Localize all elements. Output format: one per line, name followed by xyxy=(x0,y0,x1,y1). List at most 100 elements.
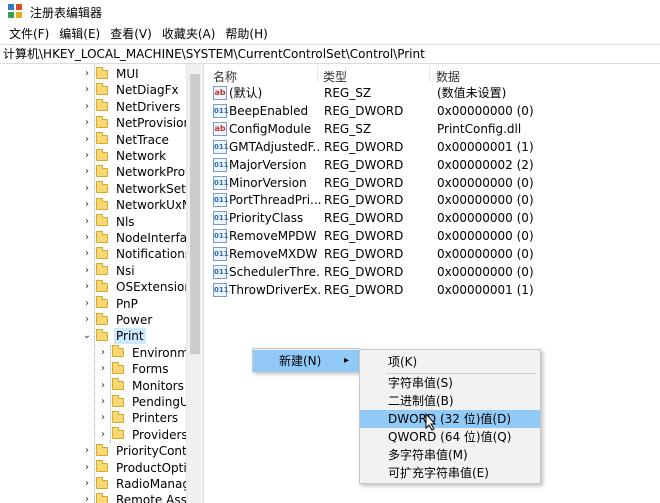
value-row[interactable]: 011 GMTAdjustedF... REG_DWORD 0x00000001 (1… xyxy=(209,138,660,156)
value-row[interactable]: 011 MajorVersion REG_DWORD 0x00000002 (2) xyxy=(209,156,660,174)
address-bar[interactable]: 计算机\HKEY_LOCAL_MACHINE\SYSTEM\CurrentCon… xyxy=(0,44,660,64)
tree-item[interactable]: › NodeInterfac xyxy=(82,230,186,246)
tree-item[interactable]: › ProductOptic xyxy=(82,460,186,476)
value-name: ConfigModule xyxy=(229,121,312,136)
column-divider[interactable] xyxy=(429,66,430,82)
chevron-right-icon[interactable]: › xyxy=(82,132,92,148)
tree-item-label: Printers xyxy=(132,411,179,426)
chevron-right-icon[interactable]: › xyxy=(98,394,108,410)
menu-item-new-label: 新建(N) xyxy=(279,354,322,368)
tree-item[interactable]: › Notifications xyxy=(82,246,186,262)
chevron-right-icon[interactable]: › xyxy=(82,99,92,115)
tree-item[interactable]: › Environme xyxy=(98,345,186,361)
folder-icon xyxy=(96,296,108,309)
value-data: 0x00000000 (0) xyxy=(437,229,534,244)
chevron-right-icon[interactable]: › xyxy=(82,214,92,230)
tree-item[interactable]: ⌄ Print xyxy=(82,328,146,345)
value-row[interactable]: 011 RemoveMPDW REG_DWORD 0x00000000 (0) xyxy=(209,227,660,245)
tree-item[interactable]: › Providers xyxy=(98,427,186,443)
chevron-right-icon[interactable]: › xyxy=(82,263,92,279)
chevron-right-icon[interactable]: › xyxy=(82,460,92,476)
tree-item-label: ProductOptic xyxy=(116,460,186,475)
chevron-right-icon[interactable]: › xyxy=(98,345,108,361)
chevron-right-icon[interactable]: › xyxy=(82,476,92,492)
tree-item[interactable]: › PendingUp xyxy=(98,394,186,410)
folder-icon xyxy=(96,492,108,503)
tree-item[interactable]: › Forms xyxy=(98,361,170,377)
menu-help[interactable]: 帮助(H) xyxy=(220,24,272,44)
value-name: ThrowDriverEx... xyxy=(229,282,321,297)
value-row[interactable]: 011 ThrowDriverEx... REG_DWORD 0x00000001 (… xyxy=(209,281,660,299)
tree-item[interactable]: › MUI xyxy=(82,66,141,82)
chevron-right-icon[interactable]: › xyxy=(82,279,92,295)
value-row[interactable]: 011 RemoveMXDW REG_DWORD 0x00000000 (0) xyxy=(209,245,660,263)
chevron-right-icon[interactable]: › xyxy=(98,378,108,394)
value-type: REG_DWORD xyxy=(324,247,404,262)
tree-scrollbar-thumb[interactable] xyxy=(190,74,200,354)
submenu-item[interactable]: 二进制值(B) xyxy=(360,392,540,410)
chevron-right-icon[interactable]: › xyxy=(98,361,108,377)
value-row[interactable]: ab (默认) REG_SZ (数值未设置) xyxy=(209,84,660,102)
chevron-right-icon[interactable]: › xyxy=(82,164,92,180)
value-row[interactable]: 011 MinorVersion REG_DWORD 0x00000000 (0) xyxy=(209,174,660,192)
chevron-right-icon[interactable]: › xyxy=(82,230,92,246)
tree-item[interactable]: › Power xyxy=(82,312,154,328)
tree-item-label: Notifications xyxy=(116,247,186,262)
tree-item[interactable]: › NetProvision xyxy=(82,115,186,131)
submenu-item[interactable]: 字符串值(S) xyxy=(360,374,540,392)
chevron-right-icon[interactable]: › xyxy=(82,66,92,82)
chevron-right-icon[interactable]: › xyxy=(82,492,92,503)
chevron-right-icon[interactable]: › xyxy=(82,148,92,164)
chevron-right-icon[interactable]: › xyxy=(82,82,92,98)
tree-item[interactable]: › NetDiagFx xyxy=(82,82,181,98)
value-row[interactable]: ab ConfigModule REG_SZ PrintConfig.dll xyxy=(209,120,660,138)
tree-guide-line xyxy=(94,64,95,503)
chevron-right-icon[interactable]: › xyxy=(98,410,108,426)
tree-item[interactable]: › Remote Assis xyxy=(82,492,186,503)
menu-favorites[interactable]: 收藏夹(A) xyxy=(157,24,221,44)
value-row[interactable]: 011 PriorityClass REG_DWORD 0x00000000 (0) xyxy=(209,209,660,227)
tree-item[interactable]: › NetDrivers xyxy=(82,99,182,115)
value-row[interactable]: 011 SchedulerThre... REG_DWORD 0x00000000 (… xyxy=(209,263,660,281)
chevron-right-icon[interactable]: › xyxy=(82,115,92,131)
tree-item[interactable]: › PnP xyxy=(82,296,140,312)
value-row[interactable]: 011 BeepEnabled REG_DWORD 0x00000000 (0) xyxy=(209,102,660,120)
tree-item[interactable]: › RadioManage xyxy=(82,476,186,492)
chevron-right-icon[interactable]: › xyxy=(82,246,92,262)
chevron-right-icon[interactable]: › xyxy=(82,312,92,328)
menu-edit[interactable]: 编辑(E) xyxy=(54,24,105,44)
submenu-item[interactable]: QWORD (64 位)值(Q) xyxy=(360,428,540,446)
tree-item[interactable]: › NetworkSetu xyxy=(82,181,186,197)
value-row[interactable]: 011 PortThreadPri... REG_DWORD 0x00000000 (… xyxy=(209,191,660,209)
tree-item[interactable]: › NetworkProv xyxy=(82,164,186,180)
value-type: REG_SZ xyxy=(324,86,372,100)
tree-item[interactable]: › PriorityControl xyxy=(82,443,186,459)
submenu-item[interactable]: 可扩充字符串值(E) xyxy=(360,464,540,482)
key-tree[interactable]: › MUI › NetDiagFx › NetDrivers › NetProvision › N… xyxy=(0,64,186,503)
submenu-item[interactable]: DWORD (32 位)值(D) xyxy=(360,410,540,428)
chevron-right-icon[interactable]: › xyxy=(82,197,92,213)
chevron-right-icon[interactable]: › xyxy=(98,427,108,443)
menu-file[interactable]: 文件(F) xyxy=(4,24,54,44)
chevron-right-icon[interactable]: › xyxy=(82,181,92,197)
column-divider[interactable] xyxy=(317,66,318,82)
chevron-right-icon[interactable]: › xyxy=(82,296,92,312)
tree-item[interactable]: › Monitors xyxy=(98,378,186,394)
binary-value-icon: 011 xyxy=(213,247,229,262)
menu-item-new[interactable]: 新建(N) ▸ xyxy=(253,350,359,372)
tree-item[interactable]: › NetworkUxM xyxy=(82,197,186,213)
chevron-right-icon[interactable]: › xyxy=(82,443,92,459)
chevron-down-icon[interactable]: ⌄ xyxy=(82,328,92,344)
tree-item[interactable]: › Nsi xyxy=(82,263,137,279)
tree-item[interactable]: › OSExtensionD xyxy=(82,279,186,295)
submenu-item[interactable]: 多字符串值(M) xyxy=(360,446,540,464)
column-header-type[interactable]: 类型 xyxy=(323,68,347,85)
tree-item[interactable]: › Nls xyxy=(82,214,137,230)
value-data: 0x00000000 (0) xyxy=(437,247,534,262)
tree-scrollbar[interactable] xyxy=(186,64,203,503)
column-header-name[interactable]: 名称 xyxy=(213,68,237,85)
tree-item[interactable]: › NetTrace xyxy=(82,132,171,148)
column-header-data[interactable]: 数据 xyxy=(436,68,460,85)
menu-view[interactable]: 查看(V) xyxy=(105,24,157,44)
submenu-item[interactable]: 项(K) xyxy=(360,351,540,373)
